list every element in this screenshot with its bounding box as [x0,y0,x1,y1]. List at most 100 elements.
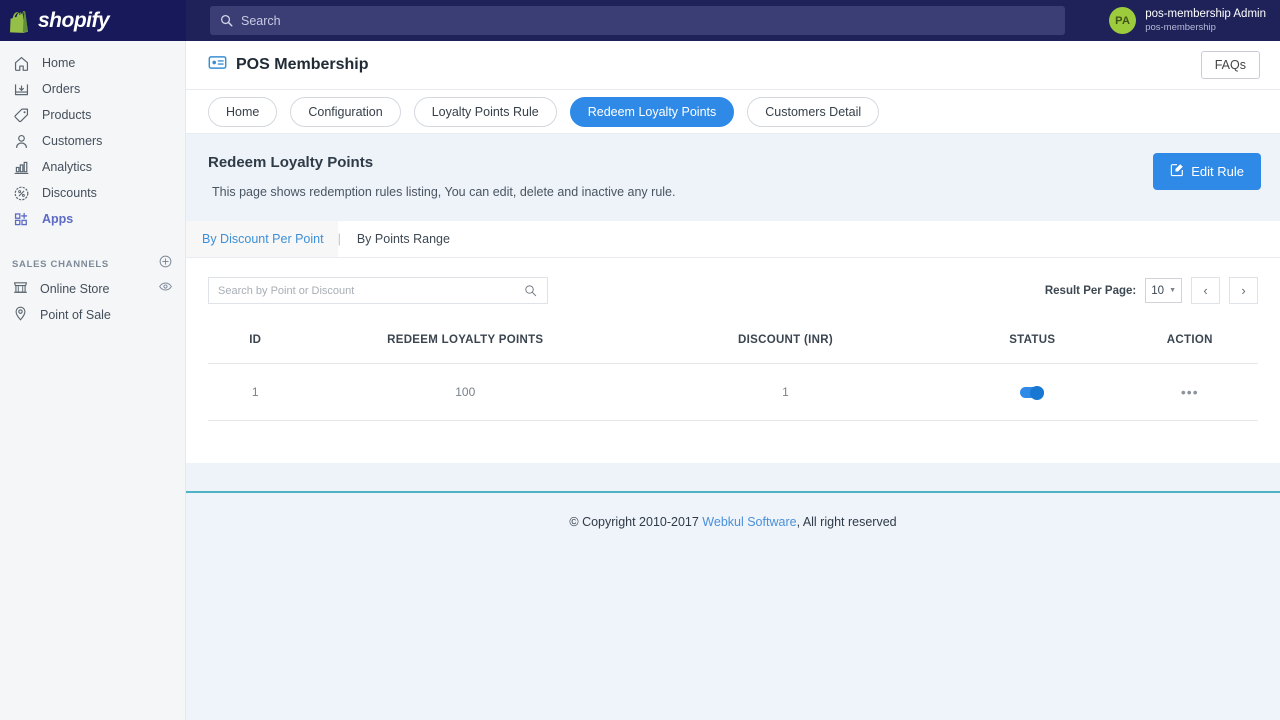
status-toggle[interactable] [1020,385,1045,400]
row-actions-menu[interactable]: ••• [1181,384,1199,400]
top-bar: shopify Search PA pos-membership Admin p… [0,0,1280,41]
tag-icon [12,106,31,125]
footer-spacer [186,463,1280,491]
column-header-points: REDEEM LOYALTY POINTS [302,323,628,364]
sidebar: Home Orders Products Customers Analytics… [0,41,186,720]
cell-discount: 1 [628,363,943,421]
prev-page-button[interactable]: ‹ [1191,277,1220,304]
panel-description: This page shows redemption rules listing… [212,185,676,199]
sidebar-item-analytics[interactable]: Analytics [0,154,185,180]
tab-redeem-loyalty-points[interactable]: Redeem Loyalty Points [569,96,735,127]
main-content: POS Membership FAQs Home Configuration L… [186,41,1280,720]
subtab-by-points-range[interactable]: By Points Range [341,221,464,257]
sales-channels-header: SALES CHANNELS [0,252,185,276]
copyright: © Copyright 2010-2017 Webkul Software, A… [569,515,896,720]
edit-rule-button[interactable]: Edit Rule [1153,153,1261,190]
sidebar-item-point-of-sale[interactable]: Point of Sale [0,302,185,328]
result-per-page-value: 10 [1151,284,1165,297]
point-of-sale-left: Point of Sale [12,305,111,325]
cell-action: ••• [1121,363,1258,421]
tab-home[interactable]: Home [208,96,278,127]
chevron-left-icon: ‹ [1203,283,1208,298]
home-icon [12,54,31,73]
pagination-controls: Result Per Page: 10 ▼ ‹ › [1045,277,1258,304]
rules-table: ID REDEEM LOYALTY POINTS DISCOUNT (INR) … [208,323,1258,421]
avatar: PA [1109,7,1137,34]
search-input[interactable]: Search by Point or Discount [208,277,548,304]
chevron-right-icon: › [1241,283,1246,298]
sidebar-item-label: Orders [42,82,81,96]
user-name: pos-membership Admin [1145,8,1266,21]
app-header: POS Membership FAQs [186,41,1280,90]
copyright-prefix: © Copyright 2010-2017 [569,515,703,529]
eye-icon[interactable] [158,279,173,299]
user-store: pos-membership [1145,21,1216,33]
panel-header: Redeem Loyalty Points This page shows re… [186,134,1280,221]
shopify-logo[interactable]: shopify [0,0,186,41]
table-head: ID REDEEM LOYALTY POINTS DISCOUNT (INR) … [208,323,1258,364]
table-area: Search by Point or Discount Result Per P… [186,258,1280,463]
location-pin-icon [12,305,29,325]
faqs-button[interactable]: FAQs [1200,51,1260,79]
tab-configuration[interactable]: Configuration [290,96,401,127]
sidebar-item-discounts[interactable]: Discounts [0,180,185,206]
edit-square-icon [1170,163,1184,180]
sidebar-item-label: Home [42,56,76,70]
chevron-down-icon: ▼ [1169,287,1176,294]
user-menu[interactable]: PA pos-membership Admin pos-membership [1109,0,1280,41]
sidebar-item-home[interactable]: Home [0,50,185,76]
discount-badge-icon [12,184,31,203]
tab-customers-detail[interactable]: Customers Detail [747,96,880,127]
shopify-bag-icon [10,10,28,33]
app-window: shopify Search PA pos-membership Admin p… [0,0,1280,720]
search-icon [220,14,233,27]
sidebar-item-orders[interactable]: Orders [0,76,185,102]
edit-rule-label: Edit Rule [1191,164,1244,179]
webkul-software-link[interactable]: Webkul Software [702,515,796,529]
copyright-suffix: , All right reserved [796,515,897,529]
orders-icon [12,80,31,99]
column-header-action: ACTION [1121,323,1258,364]
sidebar-item-online-store[interactable]: Online Store [0,276,185,302]
apps-grid-icon [12,210,31,229]
global-search-input[interactable]: Search [210,6,1065,35]
table-toolbar: Search by Point or Discount Result Per P… [208,258,1258,304]
page-title: POS Membership [236,56,369,73]
footer: © Copyright 2010-2017 Webkul Software, A… [186,493,1280,720]
plus-circle-icon[interactable] [158,254,173,274]
column-header-id: ID [208,323,303,364]
user-text: pos-membership Admin pos-membership [1145,7,1266,33]
sidebar-item-apps[interactable]: Apps [0,206,185,232]
next-page-button[interactable]: › [1229,277,1258,304]
tab-bar: Home Configuration Loyalty Points Rule R… [186,90,1280,134]
result-per-page-label: Result Per Page: [1044,284,1137,297]
panel-title: Redeem Loyalty Points [208,154,374,171]
cell-status [943,363,1122,421]
sidebar-item-products[interactable]: Products [0,102,185,128]
sidebar-item-label: Apps [42,212,74,226]
global-search-placeholder: Search [241,13,281,28]
sub-tab-bar: By Discount Per Point | By Points Range [186,221,1280,258]
result-per-page-select[interactable]: 10 ▼ [1145,278,1182,303]
cell-points: 100 [302,363,628,421]
column-header-discount: DISCOUNT (INR) [628,323,943,364]
sidebar-item-label: Online Store [40,282,110,296]
app-title-wrap: POS Membership [208,53,368,77]
column-header-status: STATUS [943,323,1122,364]
sidebar-item-label: Products [42,108,92,122]
table-body: 1 100 1 ••• [208,363,1258,421]
sidebar-item-customers[interactable]: Customers [0,128,185,154]
tab-loyalty-points-rule[interactable]: Loyalty Points Rule [413,96,557,127]
subtab-by-discount-per-point[interactable]: By Discount Per Point [186,221,338,257]
table-header-row: ID REDEEM LOYALTY POINTS DISCOUNT (INR) … [208,323,1258,364]
body: Home Orders Products Customers Analytics… [0,41,1280,720]
sales-channels-title: SALES CHANNELS [12,258,109,270]
search-icon [525,285,537,297]
top-bar-center: Search [186,6,1109,35]
sidebar-item-label: Analytics [42,160,93,174]
sidebar-item-label: Discounts [42,186,97,200]
cell-id: 1 [208,363,303,421]
sidebar-item-label: Customers [42,134,103,148]
sidebar-item-label: Point of Sale [40,308,111,322]
bar-chart-icon [12,158,31,177]
